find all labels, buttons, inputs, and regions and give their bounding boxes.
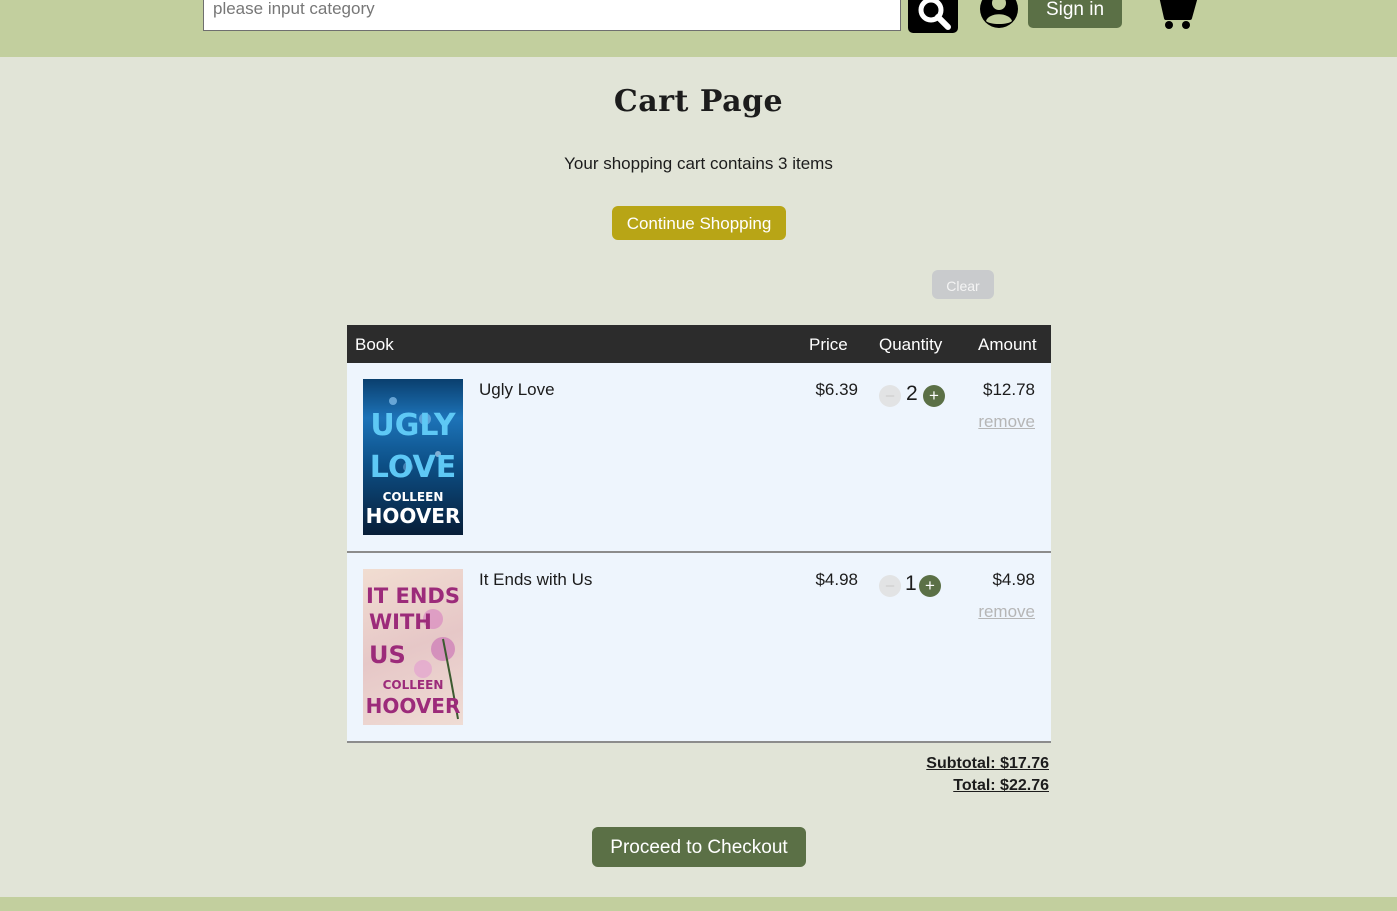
footer-bar (0, 897, 1397, 911)
search-input[interactable]: please input category (203, 0, 901, 31)
book-cover-art: UGLY LOVE COLLEEN HOOVER (366, 397, 461, 528)
clear-cart-button[interactable]: Clear (932, 270, 994, 299)
quantity-increase-button[interactable]: + (923, 385, 945, 407)
svg-text:COLLEEN: COLLEEN (383, 678, 444, 692)
svg-text:IT ENDS: IT ENDS (366, 584, 460, 608)
book-cover-art: IT ENDS WITH US COLLEEN HOOVER (366, 584, 461, 720)
subtotal-text: Subtotal: $17.76 (926, 755, 1049, 772)
book-price: $6.39 (815, 380, 858, 399)
header-price: Price (809, 335, 848, 354)
total-text: Total: $22.76 (953, 777, 1049, 794)
line-amount: $12.78 (983, 380, 1035, 399)
svg-text:COLLEEN: COLLEEN (383, 490, 444, 504)
page-title: Cart Page (613, 84, 784, 119)
search-button[interactable] (908, 0, 958, 33)
proceed-to-checkout-button[interactable]: Proceed to Checkout (592, 827, 806, 867)
quantity-value: 1 (905, 572, 917, 595)
book-price: $4.98 (815, 570, 858, 589)
line-amount: $4.98 (992, 570, 1035, 589)
signin-button[interactable]: Sign in (1028, 0, 1122, 28)
svg-text:HOOVER: HOOVER (366, 694, 461, 718)
svg-text:WITH: WITH (369, 610, 432, 634)
quantity-value: 2 (906, 382, 918, 405)
cart-table: Book Price Quantity Amount UGLY LOVE COL… (347, 325, 1051, 743)
search-icon (918, 0, 951, 30)
header-book: Book (355, 335, 394, 354)
remove-link[interactable]: remove (978, 602, 1035, 622)
table-row: IT ENDS WITH US COLLEEN HOOVER It Ends w… (347, 553, 1051, 743)
remove-link[interactable]: remove (978, 412, 1035, 432)
table-row: UGLY LOVE COLLEEN HOOVER Ugly Love $6.39… (347, 363, 1051, 553)
header-bar: please input category Sign in (0, 0, 1397, 57)
continue-shopping-button[interactable]: Continue Shopping (612, 206, 786, 240)
svg-text:UGLY: UGLY (370, 408, 456, 443)
header-amount: Amount (978, 335, 1037, 354)
svg-text:LOVE: LOVE (370, 450, 456, 485)
cart-icon[interactable] (1150, 0, 1198, 32)
cart-summary-text: Your shopping cart contains 3 items (564, 154, 833, 173)
book-title[interactable]: It Ends with Us (479, 570, 592, 590)
book-title[interactable]: Ugly Love (479, 380, 555, 400)
quantity-decrease-button[interactable]: – (879, 575, 901, 597)
user-icon[interactable] (979, 0, 1019, 28)
quantity-increase-button[interactable]: + (919, 575, 941, 597)
book-cover-image[interactable]: UGLY LOVE COLLEEN HOOVER (363, 379, 463, 535)
book-cover-image[interactable]: IT ENDS WITH US COLLEEN HOOVER (363, 569, 463, 725)
quantity-decrease-button[interactable]: – (879, 385, 901, 407)
svg-text:HOOVER: HOOVER (366, 504, 461, 528)
svg-text:US: US (369, 641, 406, 669)
header-quantity: Quantity (879, 335, 943, 354)
table-header: Book Price Quantity Amount (347, 325, 1051, 363)
